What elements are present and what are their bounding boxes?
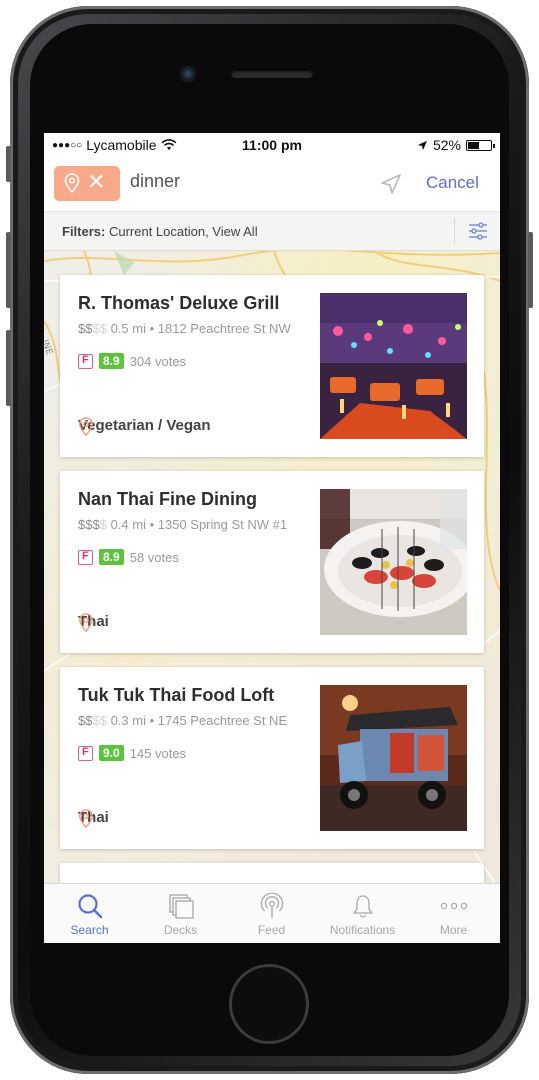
restaurant-name: Tuk Tuk Thai Food Loft (78, 685, 275, 705)
restaurant-photo (320, 685, 467, 831)
filter-bar[interactable]: Filters: Current Location, View All (44, 211, 500, 251)
price-level-remaining: $$ (92, 713, 107, 728)
price-level: $$ (78, 713, 93, 728)
volume-up-button (6, 232, 11, 308)
votes-count: 145 votes (129, 745, 187, 761)
foursquare-icon (78, 549, 93, 565)
power-button (528, 232, 533, 308)
tab-notifications[interactable]: Notifications (317, 892, 408, 937)
more-icon (440, 902, 467, 910)
restaurant-meta: $$$$ 0.4 mi • 1350 Spring St NW #1 (78, 517, 288, 532)
distance: 0.3 mi (110, 713, 146, 728)
category-pin-icon (79, 417, 93, 437)
foursquare-icon (78, 353, 93, 369)
restaurant-photo (320, 293, 467, 439)
address: 1812 Peachtree St NW (157, 321, 291, 336)
home-button[interactable] (229, 964, 309, 1044)
volume-down-button (6, 330, 11, 406)
tab-bar: Search Decks Feed Notifications More (44, 883, 500, 943)
search-bar: ✕ dinner Cancel (44, 157, 500, 211)
score-badge: 8.9 (99, 549, 124, 565)
restaurant-name: Nan Thai Fine Dining (78, 489, 257, 509)
filter-value: Current Location, View All (108, 224, 258, 239)
tab-more[interactable]: More (408, 892, 499, 937)
tab-label: Feed (257, 923, 286, 937)
search-input[interactable]: dinner (130, 171, 180, 192)
price-level-remaining: $$ (92, 321, 107, 336)
result-card[interactable]: Nan Thai Fine Dining $$$$ 0.4 mi • 1350 … (60, 471, 484, 653)
distance: 0.4 mi (110, 517, 146, 532)
category-pin-icon (79, 613, 93, 633)
score-badge: 8.9 (99, 353, 124, 369)
votes-count: 304 votes (129, 353, 187, 369)
tab-label: Decks (163, 923, 198, 937)
close-icon[interactable]: ✕ (87, 171, 105, 193)
current-location-icon[interactable] (380, 173, 402, 195)
address: 1350 Spring St NW #1 (157, 517, 288, 532)
tab-label: Notifications (329, 923, 396, 937)
tab-label: Search (70, 923, 109, 937)
restaurant-meta: $$$$ 0.5 mi • 1812 Peachtree St NW (78, 321, 291, 336)
status-bar: ●●●○○ Lycamobile 11:00 pm 52% (44, 133, 500, 157)
restaurant-photo (320, 489, 467, 635)
price-level-remaining: $ (99, 517, 107, 532)
pin-icon (64, 173, 80, 194)
front-camera (180, 66, 196, 82)
price-level: $$ (78, 321, 93, 336)
filter-divider (454, 218, 455, 244)
tab-search[interactable]: Search (44, 892, 135, 937)
restaurant-name: R. Thomas' Deluxe Grill (78, 293, 280, 313)
filter-label: Filters: (62, 224, 106, 239)
app-screen: ●●●○○ Lycamobile 11:00 pm 52% ✕ dinner C… (44, 133, 500, 943)
decks-icon (168, 894, 194, 919)
foursquare-icon (78, 745, 93, 761)
result-card[interactable]: Tuk Tuk Thai Food Loft $$$$ 0.3 mi • 174… (60, 667, 484, 849)
price-level: $$$ (78, 517, 100, 532)
category-pin-icon (79, 809, 93, 829)
score-badge: 9.0 (99, 745, 124, 761)
distance: 0.5 mi (110, 321, 146, 336)
category-label: Vegetarian / Vegan (78, 417, 211, 434)
tab-label: More (439, 923, 468, 937)
feed-icon (260, 893, 283, 918)
battery-icon (466, 139, 495, 151)
bell-icon (352, 895, 373, 918)
cancel-button[interactable]: Cancel (426, 173, 479, 193)
mute-switch (6, 146, 11, 182)
address: 1745 Peachtree St NE (157, 713, 288, 728)
tab-decks[interactable]: Decks (135, 892, 226, 937)
tab-feed[interactable]: Feed (226, 892, 317, 937)
search-icon (77, 894, 102, 919)
location-filter-chip[interactable]: ✕ (54, 166, 120, 201)
location-arrow-icon (417, 140, 428, 150)
sliders-icon[interactable] (468, 221, 488, 241)
battery-percent: 52% (432, 137, 461, 153)
votes-count: 58 votes (129, 549, 179, 565)
restaurant-meta: $$$$ 0.3 mi • 1745 Peachtree St NE (78, 713, 288, 728)
earpiece-speaker (231, 70, 313, 78)
result-card[interactable]: R. Thomas' Deluxe Grill $$$$ 0.5 mi • 18… (60, 275, 484, 457)
map-background[interactable]: INE R. Thomas' Deluxe Grill $$$$ 0.5 mi … (44, 251, 500, 943)
